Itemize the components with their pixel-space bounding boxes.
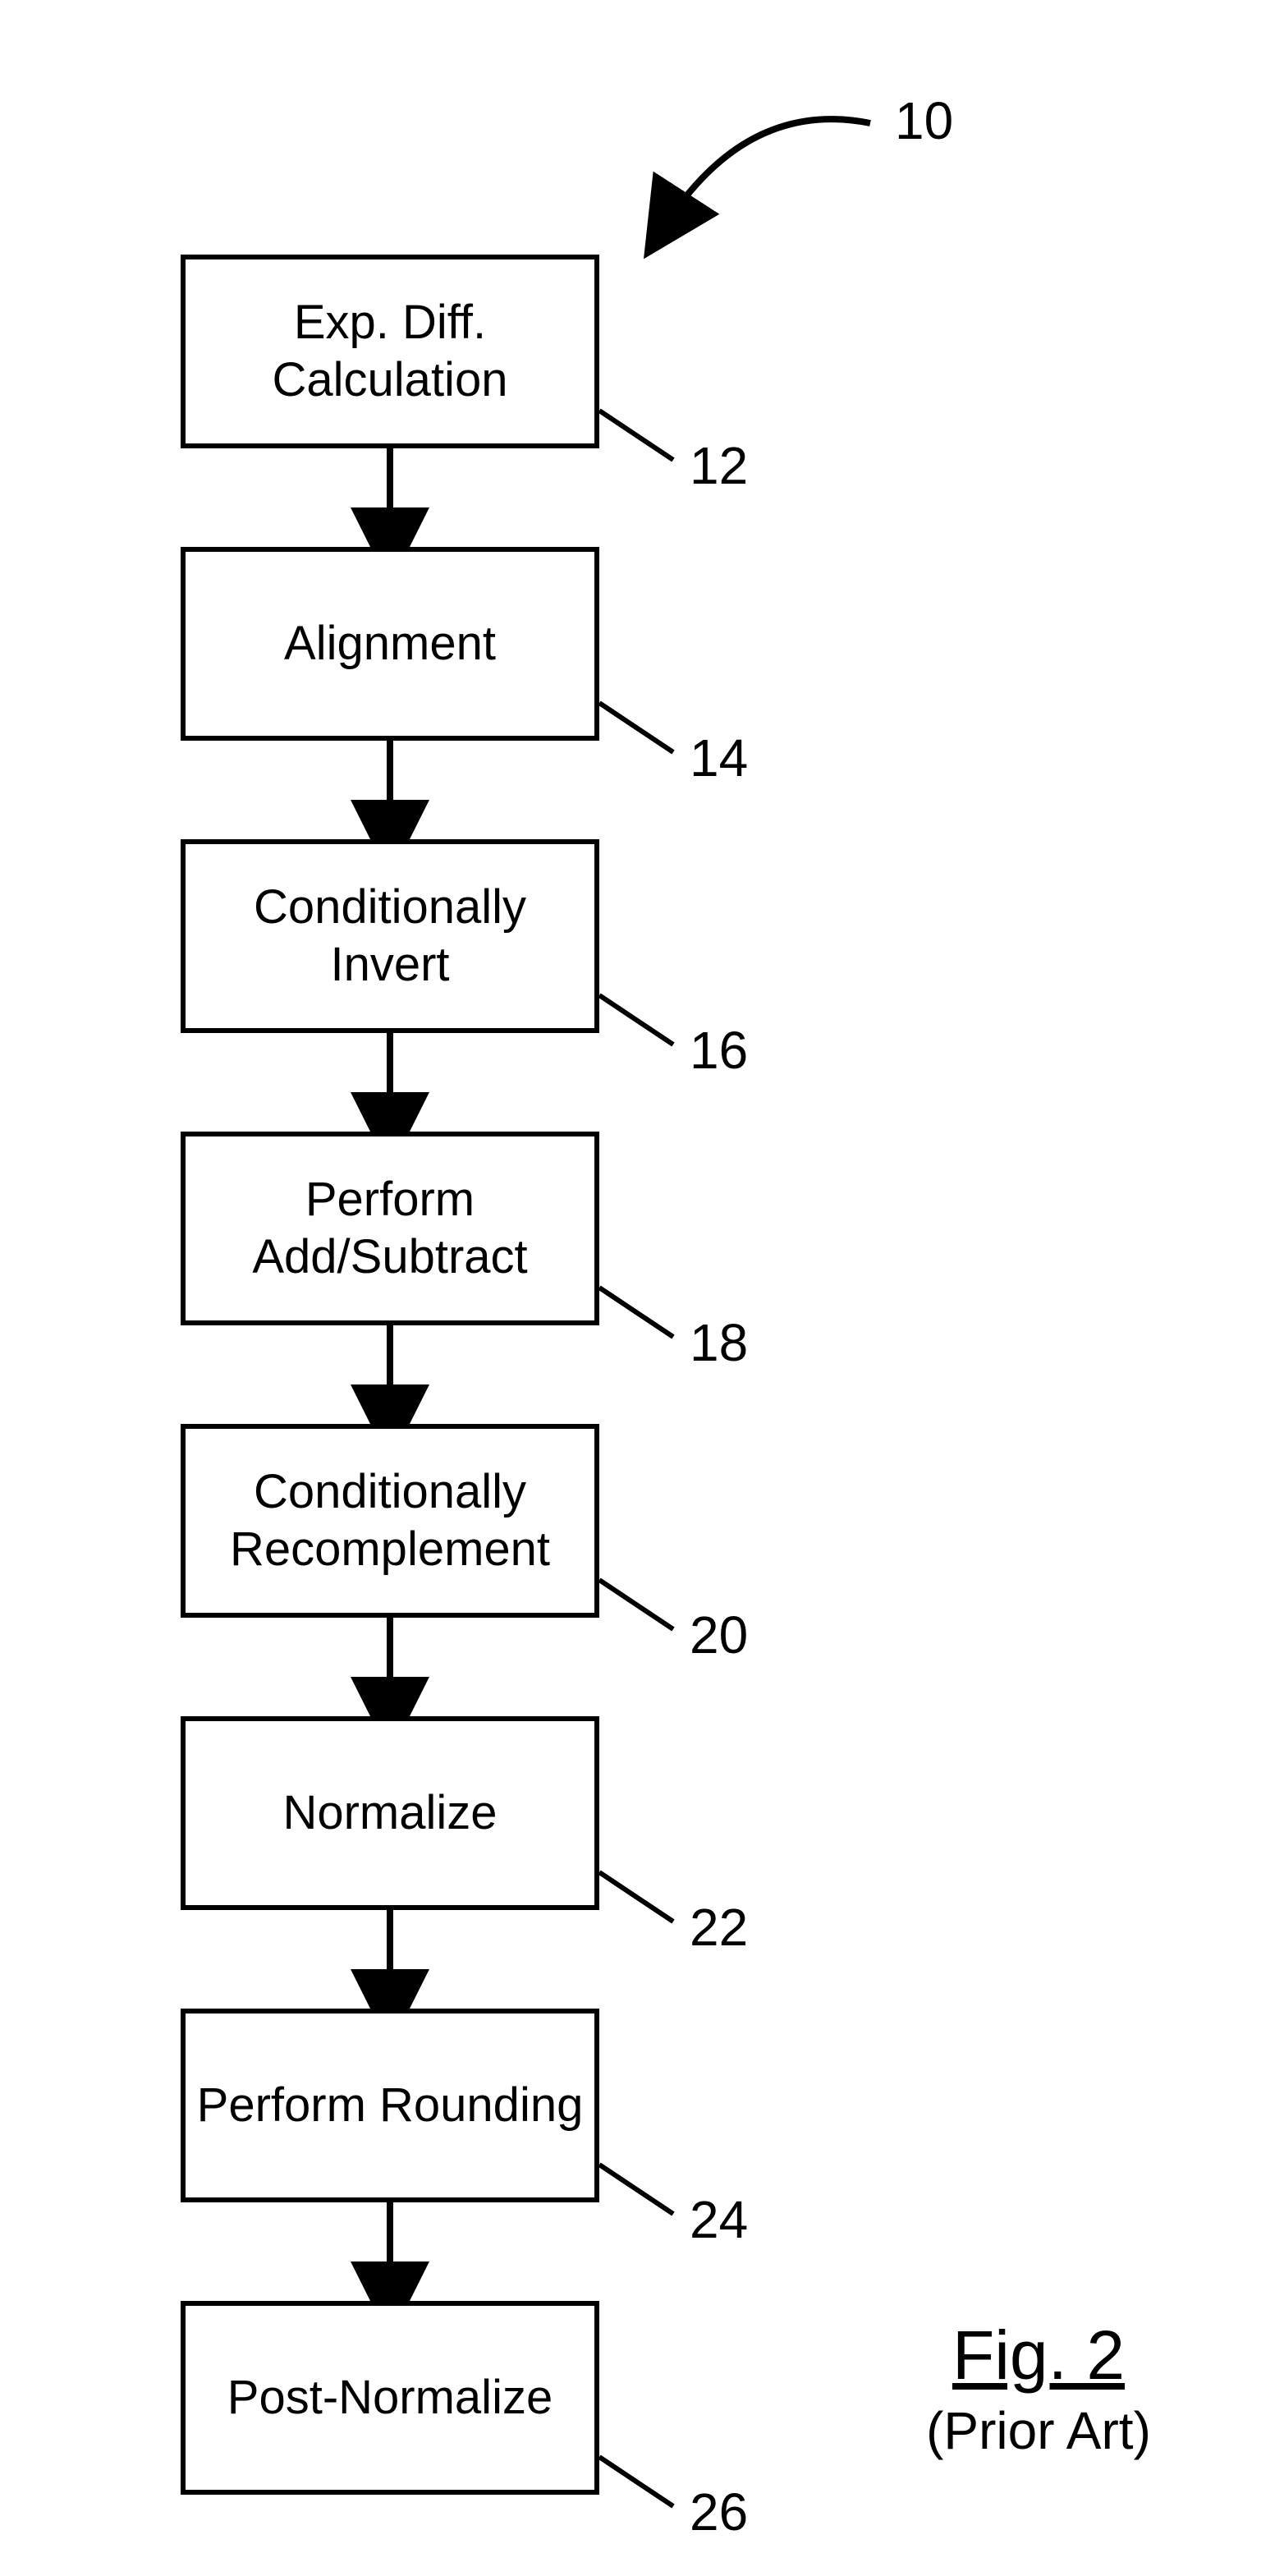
ref-number-14: 14 [690,728,748,788]
pointer-arrow-10 [665,119,870,226]
step-label: Perform Rounding [197,2077,584,2134]
step-box-normalize: Normalize [181,1716,599,1910]
step-box-alignment: Alignment [181,547,599,741]
step-box-cond-recomp: Conditionally Recomplement [181,1424,599,1618]
ref-number-16: 16 [690,1020,748,1081]
flowchart-stage: 10 Exp. Diff. Calculation 12 Alignment 1… [0,0,1284,2576]
ref-number-18: 18 [690,1312,748,1373]
leader-lines [599,411,673,2506]
step-box-cond-invert: Conditionally Invert [181,839,599,1033]
figure-title: Fig. 2 [862,2316,1215,2395]
ref-number-12: 12 [690,435,748,496]
ref-number-20: 20 [690,1605,748,1665]
step-label: Alignment [284,615,496,673]
figure-label: Fig. 2 (Prior Art) [862,2316,1215,2461]
step-label: Perform Add/Subtract [252,1171,527,1285]
figure-subtitle: (Prior Art) [862,2400,1215,2461]
ref-number-10: 10 [895,90,953,151]
ref-number-26: 26 [690,2482,748,2542]
ref-number-24: 24 [690,2189,748,2250]
step-box-post-normalize: Post-Normalize [181,2301,599,2495]
step-box-rounding: Perform Rounding [181,2009,599,2202]
step-label: Post-Normalize [227,2369,553,2427]
step-label: Exp. Diff. Calculation [273,294,508,408]
step-label: Conditionally Invert [254,879,526,993]
ref-number-22: 22 [690,1897,748,1958]
step-box-add-sub: Perform Add/Subtract [181,1132,599,1325]
step-label: Conditionally Recomplement [230,1463,550,1577]
step-label: Normalize [282,1784,497,1842]
step-box-exp-diff: Exp. Diff. Calculation [181,255,599,448]
